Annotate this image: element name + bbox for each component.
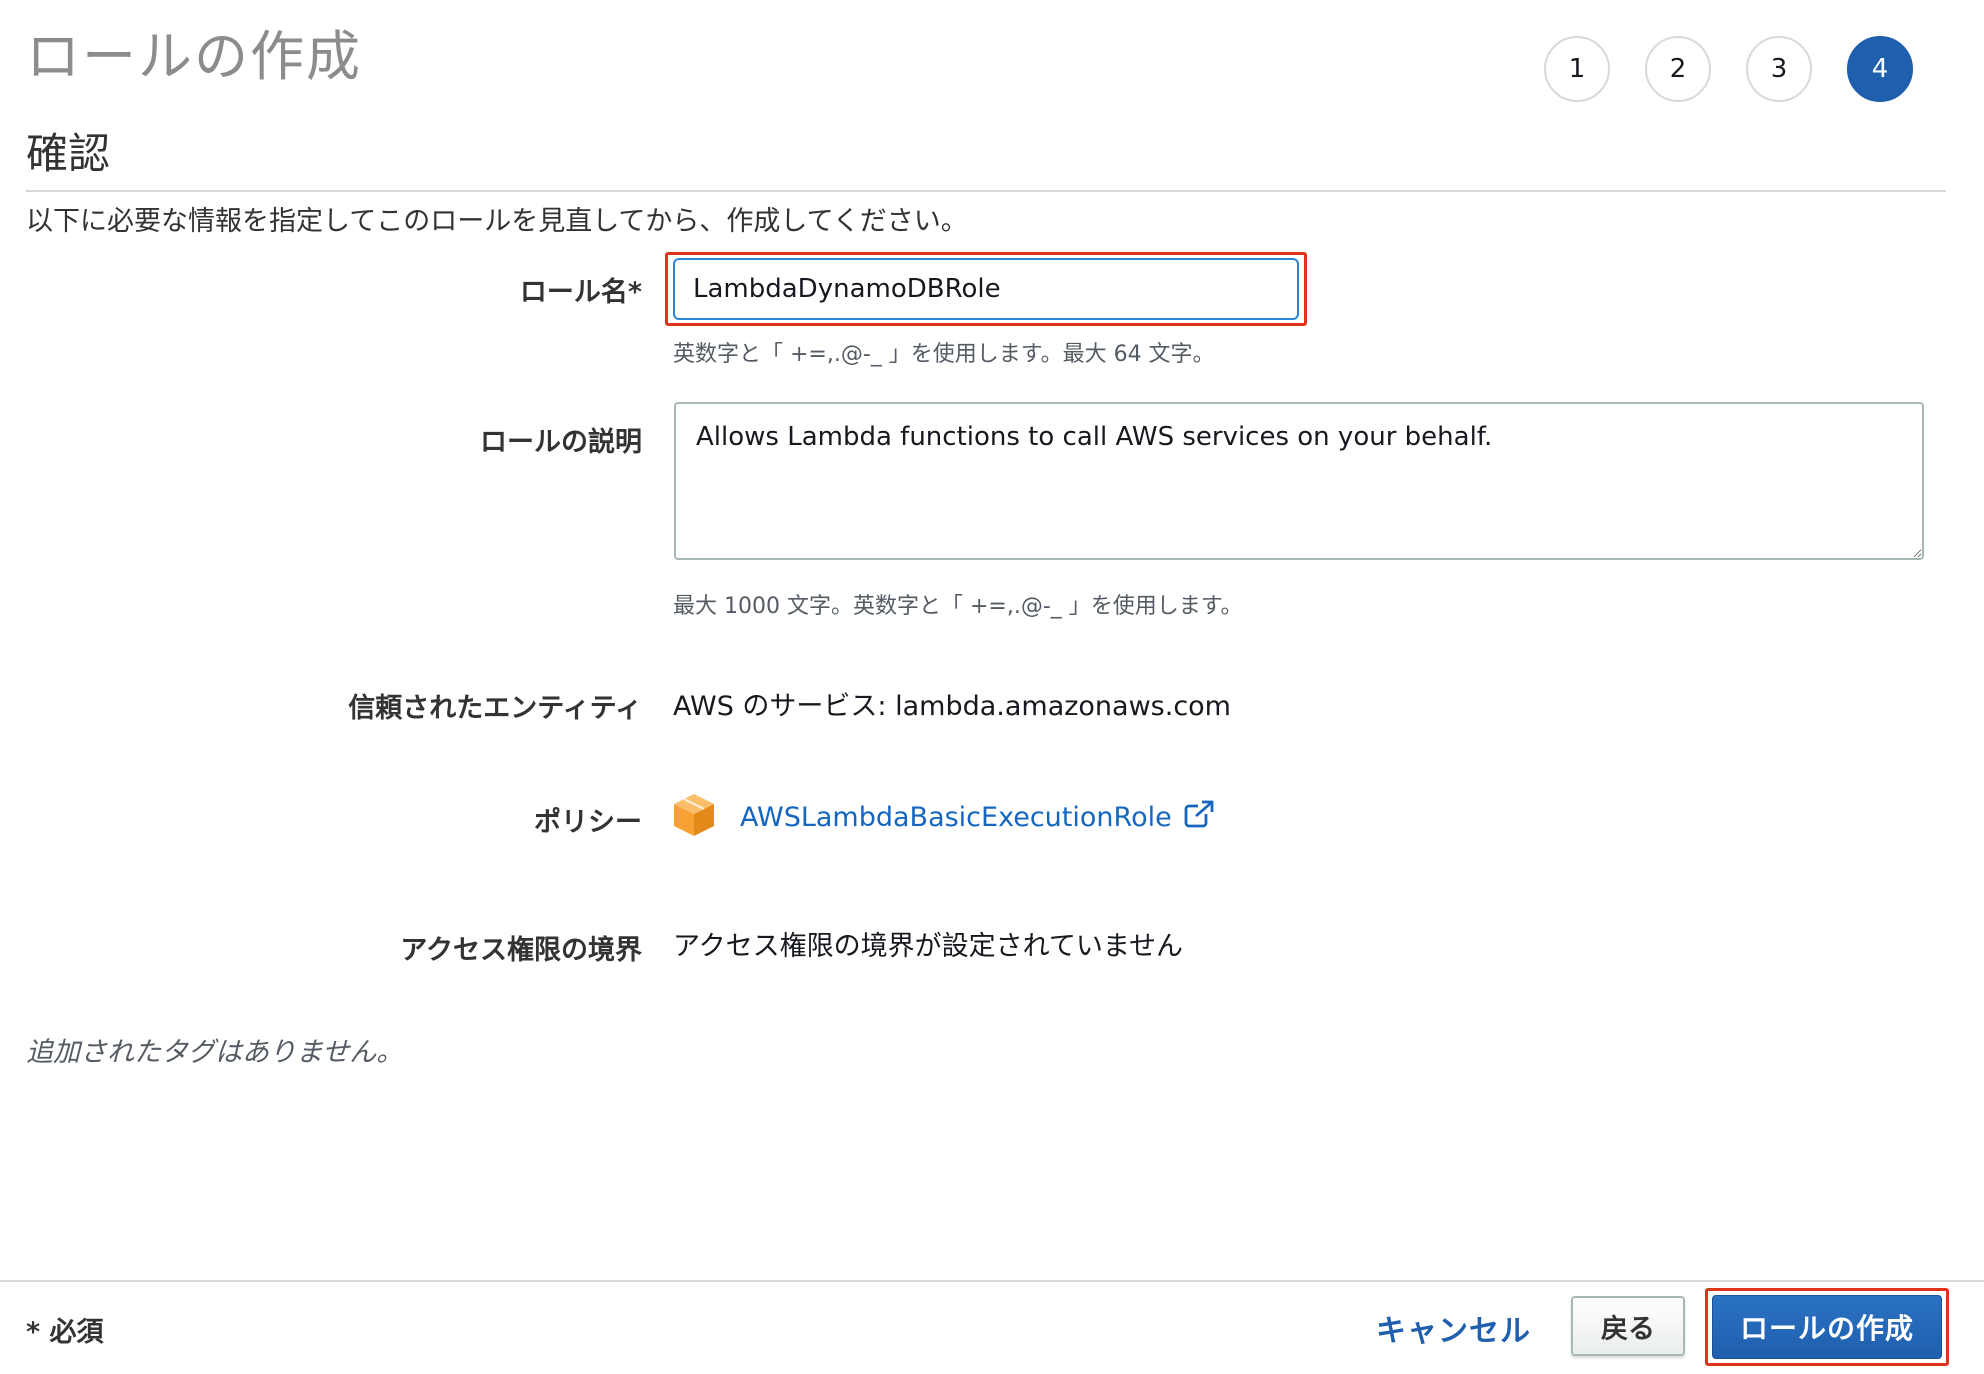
required-note: * 必須 — [26, 1317, 104, 1348]
step-1[interactable]: 1 — [1544, 36, 1610, 102]
footer-divider — [0, 1280, 1984, 1282]
cancel-button[interactable]: キャンセル — [1376, 1306, 1531, 1350]
step-3[interactable]: 3 — [1746, 36, 1812, 102]
page-title: ロールの作成 — [26, 25, 362, 88]
trusted-entity-label: 信頼されたエンティティ — [348, 693, 642, 724]
policy-row: AWSLambdaBasicExecutionRole — [672, 792, 1214, 842]
create-role-button[interactable]: ロールの作成 — [1712, 1295, 1942, 1359]
policy-label: ポリシー — [534, 807, 642, 838]
role-name-input[interactable] — [673, 258, 1299, 320]
permissions-boundary-value: アクセス権限の境界が設定されていません — [673, 931, 1184, 962]
role-description-textarea[interactable]: Allows Lambda functions to call AWS serv… — [674, 402, 1924, 560]
role-description-hint: 最大 1000 文字。英数字と「 +=,.@-_ 」を使用します。 — [673, 594, 1243, 619]
step-2[interactable]: 2 — [1645, 36, 1711, 102]
role-name-label: ロール名* — [520, 270, 642, 309]
section-divider — [26, 190, 1946, 192]
intro-text: 以下に必要な情報を指定してこのロールを見直してから、作成してください。 — [26, 206, 968, 237]
trusted-entity-value: AWS のサービス: lambda.amazonaws.com — [673, 691, 1231, 722]
required-asterisk: * — [627, 277, 642, 308]
role-name-hint: 英数字と「 +=,.@-_ 」を使用します。最大 64 文字。 — [673, 342, 1215, 367]
role-description-label: ロールの説明 — [480, 427, 642, 458]
policy-link[interactable]: AWSLambdaBasicExecutionRole — [740, 799, 1214, 835]
cube-icon — [672, 792, 716, 842]
role-name-label-text: ロール名 — [519, 277, 628, 308]
external-link-icon — [1184, 799, 1214, 835]
step-4-current[interactable]: 4 — [1847, 36, 1913, 102]
section-title: 確認 — [26, 129, 111, 178]
policy-link-text: AWSLambdaBasicExecutionRole — [740, 801, 1172, 833]
permissions-boundary-label: アクセス権限の境界 — [400, 935, 642, 966]
no-tags-message: 追加されたタグはありません。 — [26, 1037, 404, 1068]
wizard-steps: 1 2 3 4 — [1544, 36, 1913, 102]
back-button[interactable]: 戻る — [1571, 1296, 1685, 1356]
